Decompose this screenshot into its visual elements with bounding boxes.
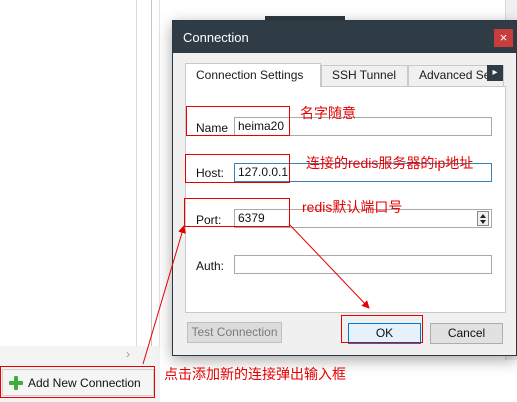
spin-up-icon[interactable] — [480, 214, 486, 218]
dialog-titlebar[interactable]: Connection × — [173, 21, 516, 53]
spin-down-icon[interactable] — [480, 220, 486, 224]
tab-ssh-tunnel[interactable]: SSH Tunnel — [321, 65, 408, 86]
port-highlight-box — [184, 198, 290, 227]
host-annotation: 连接的redis服务器的ip地址 — [306, 155, 474, 171]
test-connection-button[interactable]: Test Connection — [187, 322, 282, 343]
chevron-right-icon[interactable]: ▸ — [487, 65, 503, 81]
main-splitter[interactable] — [159, 0, 160, 402]
close-icon[interactable]: × — [494, 29, 513, 47]
auth-label: Auth: — [196, 259, 225, 273]
dialog-title: Connection — [183, 30, 249, 45]
dialog-tabs: Connection Settings SSH Tunnel Advanced … — [185, 63, 506, 87]
port-annotation: redis默认端口号 — [302, 199, 403, 215]
name-highlight-box — [186, 106, 290, 136]
tab-connection-settings[interactable]: Connection Settings — [185, 63, 321, 87]
host-highlight-box — [185, 154, 290, 183]
add-connection-annotation: 点击添加新的连接弹出输入框 — [164, 366, 346, 382]
spinner-icon[interactable] — [477, 211, 489, 226]
connection-dialog: Connection × Connection Settings SSH Tun… — [172, 20, 517, 356]
scroll-right-icon[interactable]: › — [121, 347, 135, 361]
cancel-button[interactable]: Cancel — [430, 323, 503, 344]
name-annotation: 名字随意 — [300, 105, 356, 121]
auth-field[interactable] — [234, 255, 492, 274]
connection-tree-panel — [0, 0, 152, 346]
add-connection-highlight-box — [0, 366, 155, 398]
ok-highlight-box — [341, 315, 423, 343]
tree-panel-divider — [136, 0, 137, 346]
